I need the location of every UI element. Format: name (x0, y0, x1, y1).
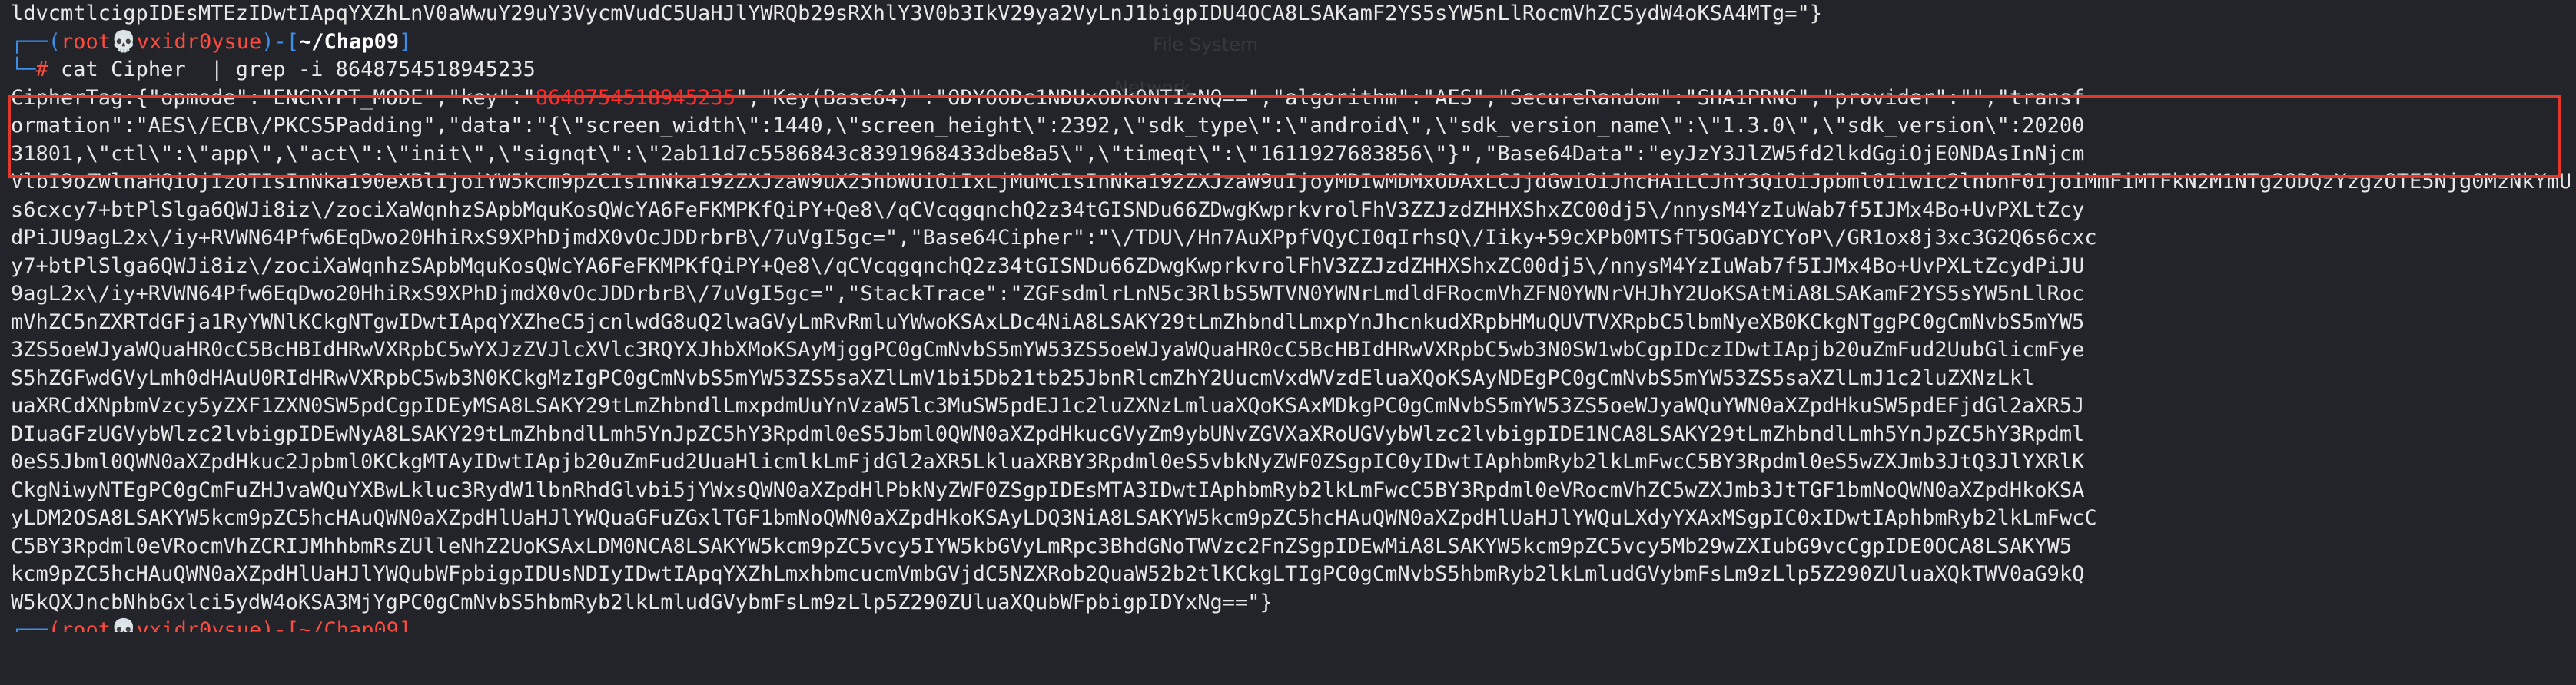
terminal-command-line[interactable]: └─# cat Cipher | grep -i 864875451894523… (11, 56, 2570, 84)
terminal-output-line: yLDM2OSA8LSAKYW5kcm9pZC5hcHAuQWN0aXZpdHl… (11, 506, 2097, 530)
terminal-output-line: dPiJU9agL2x\/iy+RVWN64Pfw6EqDwo20HhiRxS9… (11, 226, 2097, 250)
terminal-output-line: ldvcmtlcigpIDEsMTEzIDwtIApqYXZhLnV0aWwuY… (11, 2, 1823, 25)
terminal-prompt-line-partial: ┌──(root💀vxidr0ysue)-[~/Chap09] (11, 618, 412, 632)
terminal-output-line: kcm9pZC5hcHAuQWN0aXZpdHlUaHJlYWQubWFpbig… (11, 562, 2085, 586)
terminal-output: ormation":"AES\/ECB\/PKCS5Padding","data… (11, 112, 2570, 617)
ghost-overlay-text: File System (1153, 34, 1259, 55)
terminal-output-line: y7+btPlSlga6QWJi8iz\/zociXaWqnhzSApbMquK… (11, 253, 2085, 278)
terminal-prompt-line: ┌──(root💀vxidr0ysue)-[~/Chap09] (11, 29, 412, 54)
terminal-output-line: S5hZGFwdGVyLmh0dHAuU0RIdHRwVXRpbC5wb3N0K… (11, 366, 2035, 390)
terminal-output-line: 0eS5Jbml0QWN0aXZpdHkuc2Jpbml0KCkgMTAyIDw… (11, 450, 2085, 474)
terminal-output-line: 9agL2x\/iy+RVWN64Pfw6EqDwo20HhiRxS9XPhDj… (11, 282, 2085, 306)
command-text: cat Cipher | grep -i 8648754518945235 (61, 58, 536, 81)
terminal-output-line: W5kQXJncbNhbGxlci5ydW4oKSA3MjYgPC0gCmNvb… (11, 590, 1273, 614)
ghost-overlay-text-2: Network (1114, 77, 1192, 98)
terminal-output-line: C5BY3Rpdml0eVRocmVhZCRIJMhhbmRsZUlleNhZ2… (11, 534, 2073, 558)
prompt-directory: ~/Chap09 (299, 29, 400, 54)
prompt-host: vxidr0ysue (136, 29, 262, 54)
prompt-user: root (61, 29, 111, 54)
terminal-output-line: DIuaGFzUGVybWlzc2lvbigpIDEwNyA8LSAKY29tL… (11, 422, 2085, 446)
prompt-symbol: # (35, 58, 48, 81)
terminal-output-line: 3ZS5oeWJyaWQuaHR0cC5BcHBIdHRwVXRpbC5wYXJ… (11, 338, 2085, 362)
terminal-output-line: s6cxcy7+btPlSlga6QWJi8iz\/zociXaWqnhzSAp… (11, 197, 2085, 222)
terminal-output-line: mVhZC5nZXRTdGFja1RyYWNlKCkgNTgwIDwtIApqY… (11, 309, 2085, 334)
terminal-output-line: CkgNiwyNTEgPC0gCmFuZHJvaWQuYXBwLkluc3Ryd… (11, 478, 2085, 502)
terminal-output-line: uaXRCdXNpbmVzcy5yZXF1ZXN0SW5pdCgpIDEyMSA… (11, 394, 2085, 418)
skull-icon: 💀 (111, 29, 137, 54)
annotation-highlight-box (8, 95, 2561, 178)
